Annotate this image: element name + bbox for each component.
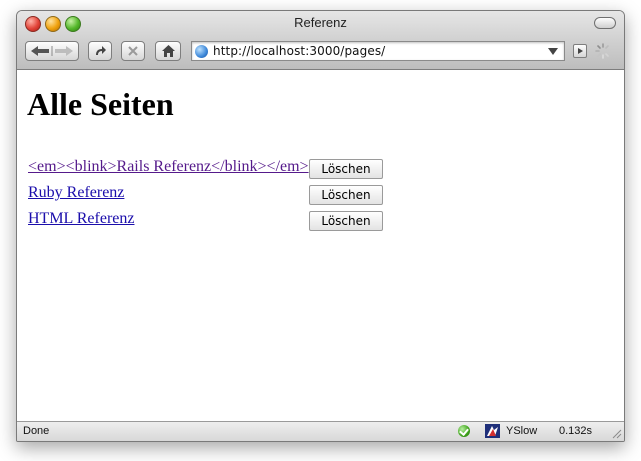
yslow-label[interactable]: YSlow <box>506 425 537 437</box>
back-arrow-icon <box>31 46 73 56</box>
back-forward-button-group[interactable] <box>25 41 79 61</box>
status-text: Done <box>23 425 50 437</box>
resize-grip-icon[interactable] <box>610 427 622 439</box>
toolbar-toggle-button[interactable] <box>594 17 616 29</box>
load-time: 0.132s <box>559 425 593 437</box>
page-link[interactable]: HTML Referenz <box>28 210 134 228</box>
page-link[interactable]: Ruby Referenz <box>28 184 124 202</box>
go-button[interactable] <box>573 44 587 58</box>
spinner-icon <box>595 43 611 59</box>
stop-icon <box>128 46 138 56</box>
stop-button[interactable] <box>121 41 145 61</box>
reload-icon <box>96 46 106 55</box>
address-bar[interactable]: http://localhost:3000/pages/ <box>191 41 565 61</box>
reload-button[interactable] <box>88 41 112 61</box>
browser-window: Referenz http://localhost:3000/pages/ Al… <box>16 10 625 442</box>
delete-button[interactable]: Löschen <box>309 185 383 205</box>
status-bar: Done YSlow 0.132s <box>17 421 624 441</box>
check-circle-icon[interactable] <box>458 425 470 437</box>
address-bar-url: http://localhost:3000/pages/ <box>213 44 386 58</box>
delete-button[interactable]: Löschen <box>309 211 383 231</box>
window-title: Referenz <box>294 15 347 30</box>
home-icon <box>161 45 175 57</box>
yslow-icon[interactable] <box>485 424 500 438</box>
page-heading: Alle Seiten <box>27 86 174 122</box>
home-button[interactable] <box>155 41 181 61</box>
title-bar: Referenz http://localhost:3000/pages/ <box>17 11 624 70</box>
page-link[interactable]: <em><blink>Rails Referenz</blink></em> <box>28 158 309 176</box>
page-content: Alle Seiten <em><blink>Rails Referenz</b… <box>17 70 624 422</box>
history-dropdown-icon[interactable] <box>548 48 558 55</box>
globe-icon <box>195 45 208 58</box>
delete-button[interactable]: Löschen <box>309 159 383 179</box>
